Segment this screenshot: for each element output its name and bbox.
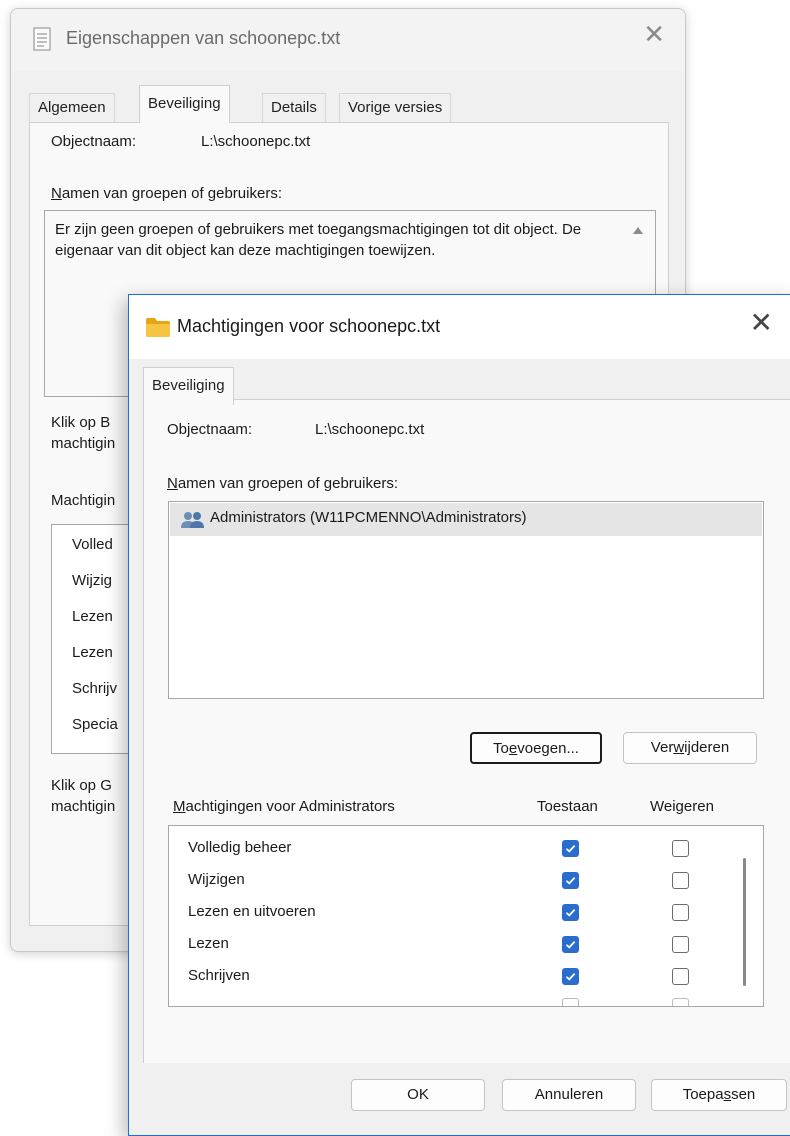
allow-checkbox[interactable] xyxy=(562,998,579,1006)
permission-row: Schrijven xyxy=(169,960,729,992)
deny-checkbox[interactable] xyxy=(672,872,689,889)
groups-label: Namen van groepen of gebruikers: xyxy=(51,185,282,202)
tab-details[interactable]: Details xyxy=(262,93,326,122)
perm-item: Lezen xyxy=(72,608,113,625)
permission-row: Wijzigen xyxy=(169,864,729,896)
perm-item: Wijzig xyxy=(72,572,112,589)
groups-label: Namen van groepen of gebruikers: xyxy=(167,475,398,492)
permission-name: Lezen xyxy=(188,935,229,952)
add-button[interactable]: Toevoegen... xyxy=(470,732,602,764)
permissions-list[interactable]: Volledig beheer Wijzigen Lezen en uitvoe… xyxy=(168,825,764,1007)
permissions-titlebar: Machtigingen voor schoonepc.txt ✕ xyxy=(129,295,790,359)
permissions-title: Machtigingen voor schoonepc.txt xyxy=(177,316,441,336)
remove-button[interactable]: Verwijderen xyxy=(623,732,757,764)
click-hint-1b: machtigin xyxy=(51,435,116,452)
object-name-label: Objectnaam: xyxy=(51,133,137,150)
tab-algemeen[interactable]: Algemeen xyxy=(29,93,115,122)
deny-checkbox[interactable] xyxy=(672,904,689,921)
apply-button[interactable]: Toepassen xyxy=(651,1079,787,1111)
close-icon[interactable]: ✕ xyxy=(643,21,665,47)
permission-row: Lezen xyxy=(169,928,729,960)
user-name: Administrators (W11PCMENNO\Administrator… xyxy=(210,509,527,526)
tab-beveiliging[interactable]: Beveiliging xyxy=(139,85,230,123)
allow-checkbox[interactable] xyxy=(562,936,579,953)
perm-item: Schrijv xyxy=(72,680,118,697)
allow-checkbox[interactable] xyxy=(562,872,579,889)
permission-row: Lezen en uitvoeren xyxy=(169,896,729,928)
object-name-value: L:\schoonepc.txt xyxy=(201,133,311,150)
permission-name: Schrijven xyxy=(188,967,250,984)
perm-item: Specia xyxy=(72,716,118,733)
permission-name: Lezen en uitvoeren xyxy=(188,903,316,920)
permissions-label: Machtigin xyxy=(51,492,116,509)
text-file-icon xyxy=(33,27,51,51)
list-item-administrators[interactable]: Administrators (W11PCMENNO\Administrator… xyxy=(170,503,762,536)
allow-column-header: Toestaan xyxy=(537,798,598,815)
deny-checkbox[interactable] xyxy=(672,998,689,1006)
close-icon[interactable]: ✕ xyxy=(750,309,773,337)
tab-beveiliging[interactable]: Beveiliging xyxy=(143,367,234,405)
allow-checkbox[interactable] xyxy=(562,968,579,985)
object-name-value: L:\schoonepc.txt xyxy=(315,421,425,438)
tab-vorige-versies[interactable]: Vorige versies xyxy=(339,93,452,122)
click-hint-1a: Klik op B xyxy=(51,414,111,431)
properties-title: Eigenschappen van schoonepc.txt xyxy=(66,28,341,48)
cancel-button[interactable]: Annuleren xyxy=(502,1079,636,1111)
deny-column-header: Weigeren xyxy=(650,798,714,815)
perm-item: Lezen xyxy=(72,644,113,661)
deny-checkbox[interactable] xyxy=(672,840,689,857)
deny-checkbox[interactable] xyxy=(672,936,689,953)
allow-checkbox[interactable] xyxy=(562,904,579,921)
permissions-header: Machtigingen voor Administrators xyxy=(173,798,395,815)
permissions-dialog: Machtigingen voor schoonepc.txt ✕ Beveil… xyxy=(128,294,790,1136)
scrollbar-thumb[interactable] xyxy=(743,858,746,986)
permission-name: Volledig beheer xyxy=(188,839,292,856)
properties-titlebar: Eigenschappen van schoonepc.txt ✕ xyxy=(11,9,685,71)
deny-checkbox[interactable] xyxy=(672,968,689,985)
perm-item: Volled xyxy=(72,536,113,553)
click-hint-2b: machtigin xyxy=(51,798,116,815)
groups-list[interactable]: Administrators (W11PCMENNO\Administrator… xyxy=(168,501,764,699)
permission-row: Volledig beheer xyxy=(169,832,729,864)
allow-checkbox[interactable] xyxy=(562,840,579,857)
permission-name: Wijzigen xyxy=(188,871,245,888)
user-group-icon xyxy=(181,512,204,528)
no-groups-message: Er zijn geen groepen of gebruikers met t… xyxy=(55,221,582,259)
object-name-label: Objectnaam: xyxy=(167,421,253,438)
scroll-up-icon[interactable] xyxy=(633,227,643,234)
click-hint-2a: Klik op G xyxy=(51,777,112,794)
ok-button[interactable]: OK xyxy=(351,1079,485,1111)
folder-icon xyxy=(146,318,170,337)
